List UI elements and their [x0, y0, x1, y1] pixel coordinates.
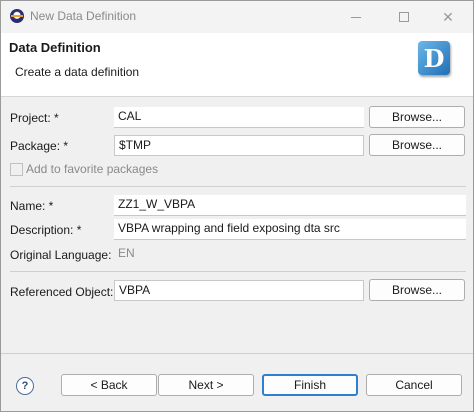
name-label: Name: * [10, 199, 54, 213]
maximize-button[interactable] [381, 1, 427, 33]
favorite-checkbox[interactable] [10, 163, 23, 176]
window-title: New Data Definition [30, 9, 137, 23]
footer-separator [1, 353, 473, 354]
original-language-label: Original Language: [10, 248, 112, 262]
close-button[interactable]: ✕ [425, 1, 471, 33]
title-bar: New Data Definition ✕ [1, 1, 473, 33]
project-browse-button[interactable]: Browse... [369, 106, 465, 128]
next-button[interactable]: Next > [158, 374, 254, 396]
finish-button[interactable]: Finish [262, 374, 358, 396]
package-field[interactable]: $TMP [114, 135, 364, 156]
separator [10, 271, 466, 272]
close-icon: ✕ [442, 8, 454, 25]
wizard-header: Data Definition Create a data definition… [1, 33, 473, 97]
package-label: Package: * [10, 139, 69, 153]
separator [10, 186, 466, 187]
page-title: Data Definition [9, 40, 101, 55]
description-field[interactable]: VBPA wrapping and field exposing dta src [114, 219, 466, 240]
referenced-object-field[interactable]: VBPA [114, 280, 364, 301]
help-icon[interactable]: ? [16, 377, 34, 395]
back-button[interactable]: < Back [61, 374, 157, 396]
page-message: Create a data definition [15, 65, 140, 79]
referenced-object-label: Referenced Object: [10, 285, 114, 299]
favorite-label: Add to favorite packages [26, 162, 159, 176]
project-label: Project: * [10, 111, 59, 125]
eclipse-icon [10, 9, 24, 23]
original-language-field: EN [118, 246, 135, 260]
cancel-button[interactable]: Cancel [366, 374, 462, 396]
data-definition-icon: D [418, 41, 450, 75]
minimize-icon [351, 16, 361, 18]
package-browse-button[interactable]: Browse... [369, 134, 465, 156]
name-field[interactable]: ZZ1_W_VBPA [114, 195, 466, 216]
referenced-object-browse-button[interactable]: Browse... [369, 279, 465, 301]
minimize-button[interactable] [333, 1, 379, 33]
project-field[interactable]: CAL [114, 107, 364, 128]
maximize-icon [399, 12, 409, 22]
description-label: Description: * [10, 223, 82, 237]
dialog-window: New Data Definition ✕ Data Definition Cr… [0, 0, 474, 412]
